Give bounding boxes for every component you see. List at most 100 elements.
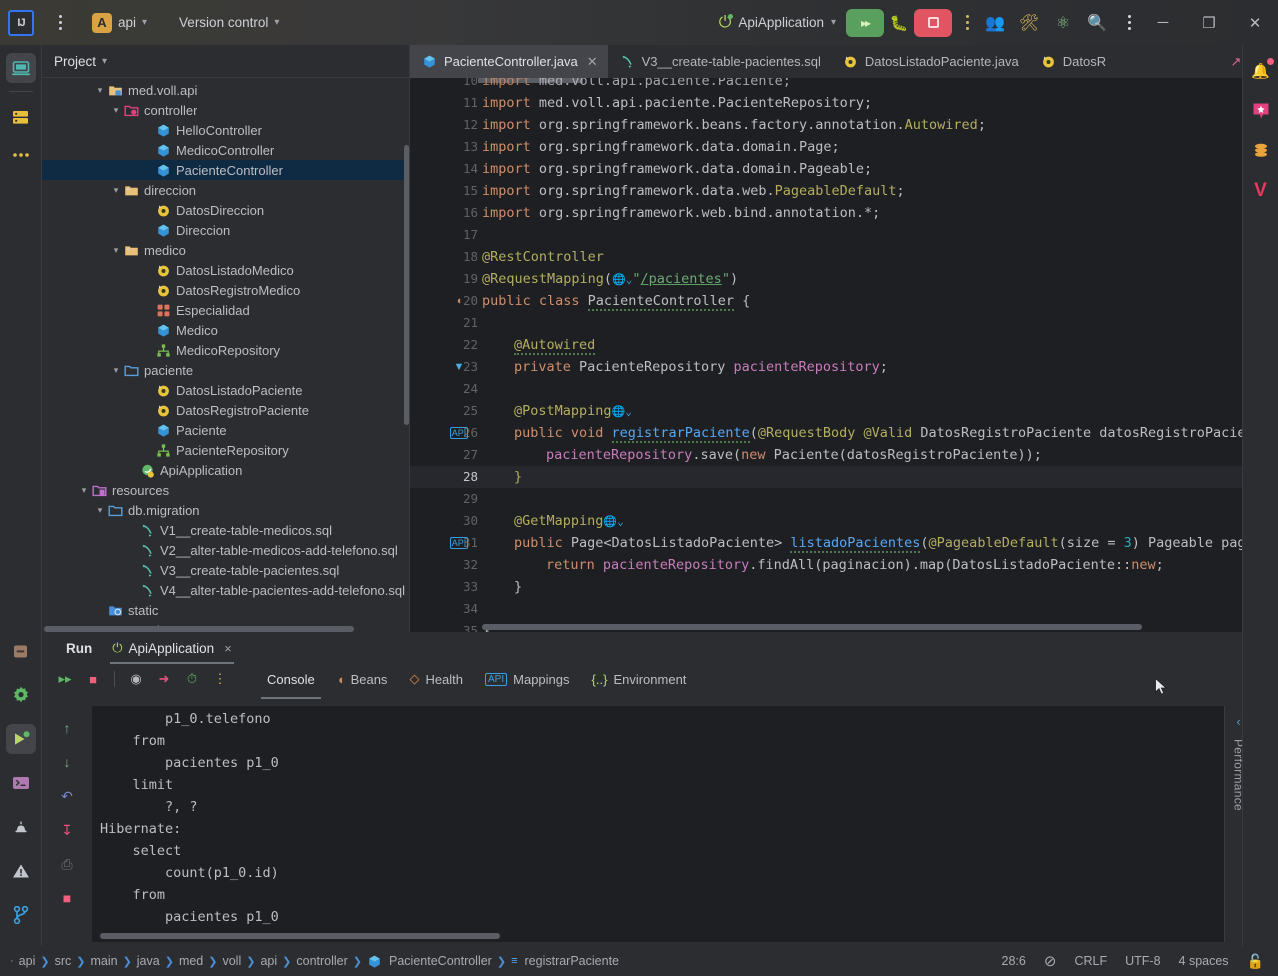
export-icon[interactable]: ➜: [151, 666, 177, 692]
code-line[interactable]: import med.voll.api.paciente.PacienteRep…: [478, 92, 872, 114]
editor-gutter[interactable]: 10 11 12 13 14 15 16 17 18 19 20 ◖ 21 22 23 ▼ 24 25 26 API 2…: [410, 78, 478, 632]
web-mapping-icon[interactable]: 🌐⌄: [603, 515, 623, 528]
main-menu-button[interactable]: [48, 8, 72, 38]
tree-node-med-voll-api[interactable]: ▾ med.voll.api: [42, 80, 410, 100]
tree-node-db-migration[interactable]: ▾ db.migration: [42, 500, 410, 520]
sidebar-item-more-tools[interactable]: [6, 140, 36, 170]
tree-node-datosregistromedico[interactable]: DatosRegistroMedico: [42, 280, 410, 300]
breadcrumb[interactable]: · api ❯ src ❯ main ❯ java ❯ med ❯ voll ❯ api ❯ controll…: [0, 954, 619, 969]
unlocked-icon[interactable]: 🔓: [1247, 953, 1264, 970]
encoding[interactable]: UTF-8: [1125, 954, 1160, 968]
editor-tab-datoslistadopaciente-java[interactable]: DatosListadoPaciente.java: [831, 45, 1029, 78]
tree-node-medico[interactable]: Medico: [42, 320, 410, 340]
code-line[interactable]: import org.springframework.data.domain.P…: [478, 158, 872, 180]
code-line[interactable]: [478, 224, 482, 246]
maximize-icon[interactable]: ❐: [1186, 0, 1232, 45]
profiler-icon[interactable]: ⏱: [179, 666, 205, 692]
titlebar-more-icon[interactable]: [1118, 9, 1140, 37]
tree-node-medicorepository[interactable]: MedicoRepository: [42, 340, 410, 360]
caret-position[interactable]: 28:6: [1002, 954, 1026, 968]
indent-setting[interactable]: 4 spaces: [1179, 954, 1229, 968]
run-subtab-health[interactable]: ◇ Health: [399, 666, 473, 692]
editor-code-lines[interactable]: import med.voll.api.paciente.Paciente; im…: [478, 78, 1278, 632]
tree-node-medicocontroller[interactable]: MedicoController: [42, 140, 410, 160]
close-icon[interactable]: ✕: [1232, 0, 1278, 45]
chevron-down-icon[interactable]: ▾: [110, 105, 122, 116]
code-line[interactable]: [478, 378, 482, 400]
console-hscrollbar[interactable]: [100, 933, 500, 939]
chevron-down-icon[interactable]: ▾: [110, 245, 122, 256]
breadcrumb-item[interactable]: voll: [222, 954, 241, 968]
code-line[interactable]: @RestController: [478, 246, 604, 268]
breadcrumb-item[interactable]: registrarPaciente: [525, 954, 620, 968]
tree-node-controller[interactable]: ▾ controller: [42, 100, 410, 120]
run-tab-apiapplication[interactable]: ⏻ ApiApplication ×: [102, 632, 241, 664]
run-more-button[interactable]: [956, 9, 978, 37]
tree-node-paciente[interactable]: Paciente: [42, 420, 410, 440]
clear-all-icon[interactable]: ■: [55, 886, 79, 910]
console-gutter[interactable]: ↑ ↓ ↶ ↧ ⎙ ■: [42, 706, 92, 942]
tree-node-datoslistadopaciente[interactable]: DatosListadoPaciente: [42, 380, 410, 400]
editor-tab-v3-create-table-pacientes-sql[interactable]: V3__create-table-pacientes.sql: [608, 45, 831, 78]
v-logo-icon[interactable]: V: [1247, 177, 1275, 205]
endpoint-gutter-icon[interactable]: API: [448, 422, 470, 444]
spring-bean-gutter-icon[interactable]: ◖: [448, 290, 470, 312]
camera-icon[interactable]: ◉: [123, 666, 149, 692]
breadcrumb-item[interactable]: controller: [296, 954, 347, 968]
version-control-widget[interactable]: Version control ▾: [173, 12, 285, 33]
code-line[interactable]: }: [478, 466, 522, 488]
collapse-icon[interactable]: ‹: [1236, 714, 1240, 729]
code-line[interactable]: [478, 598, 482, 620]
database-icon[interactable]: [1247, 137, 1275, 165]
sidebar-item-structure[interactable]: [6, 636, 36, 666]
autowired-gutter-icon[interactable]: ▼: [448, 356, 470, 378]
tree-node-direccion[interactable]: Direccion: [42, 220, 410, 240]
code-line[interactable]: }: [478, 576, 522, 598]
stop-button[interactable]: [914, 8, 952, 37]
sidebar-item-project[interactable]: [5, 53, 36, 83]
code-line[interactable]: @PostMapping🌐⌄: [478, 400, 632, 422]
code-line[interactable]: @RequestMapping(🌐⌄"/pacientes"): [478, 268, 738, 290]
debug-button[interactable]: 🐛: [884, 9, 914, 37]
tree-node-pacientecontroller[interactable]: PacienteController: [42, 160, 410, 180]
editor-hscrollbar[interactable]: [482, 624, 1142, 630]
code-line[interactable]: private PacienteRepository pacienteRepos…: [478, 356, 888, 378]
breadcrumb-item[interactable]: api: [19, 954, 36, 968]
project-panel-header[interactable]: Project ▾: [42, 45, 410, 78]
chevron-down-icon[interactable]: ▾: [94, 85, 106, 96]
web-mapping-icon[interactable]: 🌐⌄: [612, 405, 632, 418]
console-output[interactable]: p1_0.telefono from pacientes p1_0 limit …: [92, 706, 1252, 942]
code-line[interactable]: @Autowired: [478, 334, 596, 356]
code-line[interactable]: [478, 488, 482, 510]
sidebar-item-services[interactable]: [6, 812, 36, 842]
code-line[interactable]: public class PacienteController {: [478, 290, 750, 312]
sidebar-item-problems[interactable]: [6, 856, 36, 886]
tree-node-especialidad[interactable]: Especialidad: [42, 300, 410, 320]
chevron-down-icon[interactable]: ▾: [78, 485, 90, 496]
code-line[interactable]: pacienteRepository.save(new Paciente(dat…: [478, 444, 1042, 466]
run-configuration-selector[interactable]: ⏻ ApiApplication ▾: [719, 13, 836, 31]
breadcrumb-item[interactable]: main: [90, 954, 117, 968]
tools-icon[interactable]: 🛠: [1012, 8, 1046, 38]
tree-node-v4-alter-table-pacientes-add-telefono-sql[interactable]: V4__alter-table-pacientes-add-telefono.s…: [42, 580, 410, 600]
notifications-icon[interactable]: 🔔: [1247, 57, 1275, 85]
tree-node-hellocontroller[interactable]: HelloController: [42, 120, 410, 140]
run-panel-toolbar[interactable]: ▸▸ ■ ◉ ➜ ⏱ ⋮ Console ◖ Beans ◇ Health AP…: [42, 664, 1278, 699]
sidebar-item-settings[interactable]: [6, 680, 36, 710]
collaborate-icon[interactable]: 👥: [978, 8, 1012, 38]
run-panel-tabs[interactable]: Run ⏻ ApiApplication ×: [42, 632, 1278, 664]
tree-node-v3-create-table-pacientes-sql[interactable]: V3__create-table-pacientes.sql: [42, 560, 410, 580]
project-selector[interactable]: A api ▾: [86, 10, 153, 36]
project-tree[interactable]: ▾ med.voll.api ▾ controller HelloController M…: [42, 78, 410, 632]
sidebar-item-terminal[interactable]: [6, 768, 36, 798]
print-icon[interactable]: ⎙: [55, 852, 79, 876]
sidebar-item-git[interactable]: [6, 900, 36, 930]
breadcrumb-item[interactable]: PacienteController: [389, 954, 492, 968]
breadcrumb-item[interactable]: java: [137, 954, 160, 968]
rerun-icon[interactable]: ▸▸: [52, 666, 78, 692]
code-editor[interactable]: 10 11 12 13 14 15 16 17 18 19 20 ◖ 21 22 23 ▼ 24 25 26 API 2…: [410, 78, 1278, 632]
tree-node-resources[interactable]: ▾ resources: [42, 480, 410, 500]
tree-node-static[interactable]: static: [42, 600, 410, 620]
code-line[interactable]: [478, 312, 482, 334]
breadcrumb-item[interactable]: src: [55, 954, 72, 968]
